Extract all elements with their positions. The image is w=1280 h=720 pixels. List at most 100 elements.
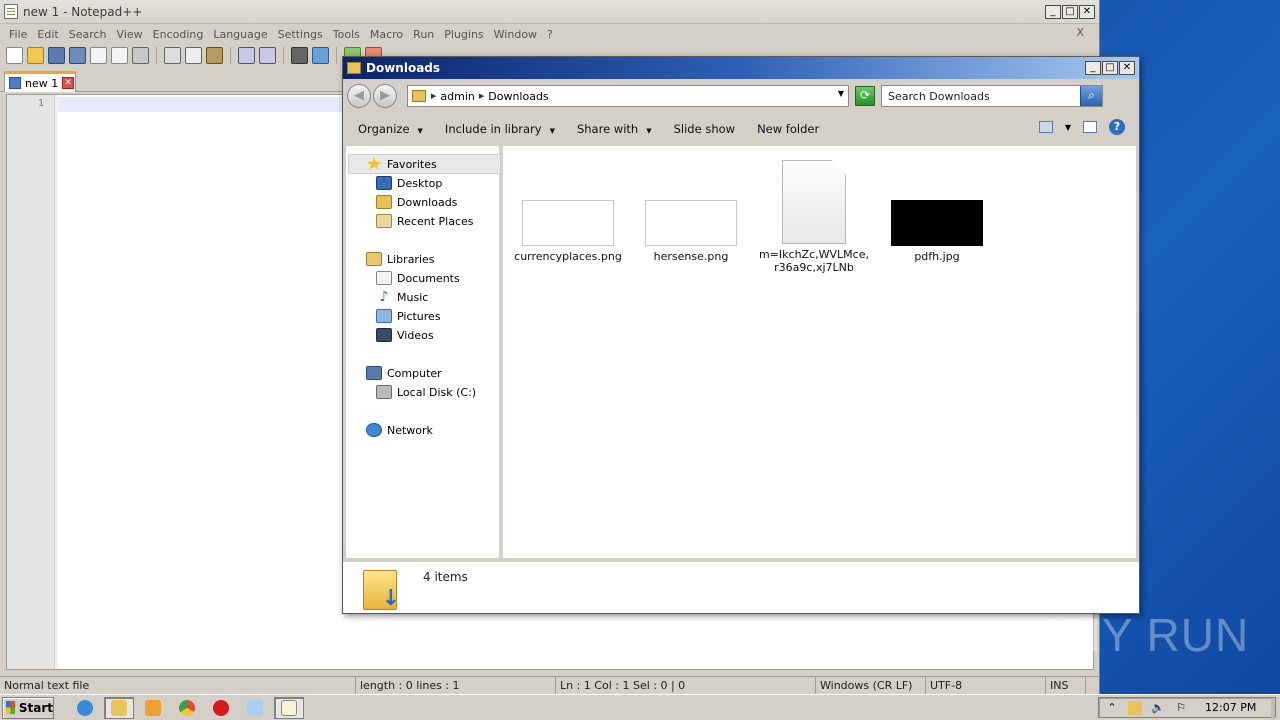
menu-view[interactable]: View xyxy=(117,28,143,41)
address-dropdown-icon[interactable]: ▼ xyxy=(838,89,844,98)
notepad-icon xyxy=(247,699,263,716)
star-icon xyxy=(366,157,382,170)
nav-favorites[interactable]: Favorites xyxy=(366,157,437,171)
nav-network[interactable]: Network xyxy=(366,423,433,437)
taskbar-chrome[interactable] xyxy=(172,697,202,719)
menu-edit[interactable]: Edit xyxy=(37,28,58,41)
share-with-button[interactable]: Share with ▼ xyxy=(577,122,652,136)
action-center-flag-icon[interactable]: ⚐ xyxy=(1174,701,1188,715)
image-thumbnail xyxy=(522,200,614,246)
menu-settings[interactable]: Settings xyxy=(278,28,323,41)
minimize-button[interactable]: _ xyxy=(1045,4,1061,19)
volume-icon[interactable]: 🔈 xyxy=(1151,701,1165,715)
taskbar-internet-explorer[interactable] xyxy=(70,697,100,719)
show-desktop-button[interactable] xyxy=(1271,698,1275,719)
help-icon[interactable]: ? xyxy=(1109,119,1125,135)
taskbar-opera[interactable] xyxy=(206,697,236,719)
tab-new-1[interactable]: new 1 ✕ xyxy=(4,71,76,92)
line-number-gutter: 1 xyxy=(7,95,55,669)
menu-tools[interactable]: Tools xyxy=(333,28,360,41)
tab-close-icon[interactable]: ✕ xyxy=(62,77,75,89)
print-icon[interactable] xyxy=(132,46,149,64)
maximize-button[interactable]: □ xyxy=(1062,4,1078,19)
menu-run[interactable]: Run xyxy=(413,28,434,41)
menu-plugins[interactable]: Plugins xyxy=(444,28,483,41)
taskbar-notepadpp[interactable] xyxy=(274,696,304,719)
file-item[interactable]: m=IkchZc,WVLMce, r36a9c,xj7LNb xyxy=(759,160,869,274)
start-button[interactable]: Start xyxy=(2,696,54,719)
change-view-icon[interactable] xyxy=(1038,121,1053,133)
folder-icon xyxy=(111,699,127,716)
nav-local-disk[interactable]: Local Disk (C:) xyxy=(376,385,476,399)
breadcrumb-separator-icon: ▶ xyxy=(478,92,485,100)
close-all-icon[interactable] xyxy=(111,46,128,64)
undo-icon[interactable] xyxy=(238,46,255,64)
include-in-library-button[interactable]: Include in library ▼ xyxy=(445,122,555,136)
new-folder-button[interactable]: New folder xyxy=(757,122,819,136)
address-bar[interactable]: ▶ admin ▶ Downloads ▼ xyxy=(407,85,849,107)
nav-pictures[interactable]: Pictures xyxy=(376,309,441,323)
desktop-icon xyxy=(376,176,392,190)
back-button[interactable]: ◀ xyxy=(347,84,371,108)
cut-icon[interactable] xyxy=(164,46,181,64)
show-hidden-icons-icon[interactable]: ⌃ xyxy=(1105,701,1119,715)
refresh-button[interactable]: ⟳ xyxy=(855,86,875,106)
explorer-titlebar[interactable]: Downloads _ □ ✕ xyxy=(343,57,1139,79)
explorer-command-bar: Organize ▼ Include in library ▼ Share with… xyxy=(343,113,1139,145)
notepadpp-app-icon xyxy=(4,4,18,19)
nav-music[interactable]: ♪ Music xyxy=(376,290,429,304)
new-file-icon[interactable] xyxy=(6,46,23,64)
copy-icon[interactable] xyxy=(185,46,202,64)
minimize-button[interactable]: _ xyxy=(1085,61,1101,75)
taskbar-notepad[interactable] xyxy=(240,697,270,719)
taskbar-media-player[interactable] xyxy=(138,697,168,719)
close-document-icon[interactable]: X xyxy=(1076,26,1084,39)
save-all-icon[interactable] xyxy=(69,46,86,64)
maximize-button[interactable]: □ xyxy=(1102,61,1118,75)
file-item[interactable]: pdfh.jpg xyxy=(882,200,992,263)
find-icon[interactable] xyxy=(291,46,308,64)
nav-desktop[interactable]: Desktop xyxy=(376,176,442,190)
replace-icon[interactable] xyxy=(312,46,329,64)
menu-file[interactable]: File xyxy=(9,28,27,41)
nav-libraries[interactable]: Libraries xyxy=(366,252,435,266)
menu-search[interactable]: Search xyxy=(69,28,107,41)
nav-recent-places[interactable]: Recent Places xyxy=(376,214,474,228)
menu-window[interactable]: Window xyxy=(494,28,537,41)
menu-help[interactable]: ? xyxy=(547,28,553,41)
nav-documents[interactable]: Documents xyxy=(376,271,460,285)
menu-encoding[interactable]: Encoding xyxy=(153,28,204,41)
clock[interactable]: 12:07 PM xyxy=(1205,701,1256,714)
nav-computer[interactable]: Computer xyxy=(366,366,442,380)
close-file-icon[interactable] xyxy=(90,46,107,64)
slide-show-button[interactable]: Slide show xyxy=(674,122,735,136)
search-icon[interactable]: ⌕ xyxy=(1080,86,1102,106)
file-item[interactable]: currencyplaces.png xyxy=(513,200,623,263)
open-file-icon[interactable] xyxy=(27,46,44,64)
close-button[interactable]: ✕ xyxy=(1079,4,1095,19)
search-input[interactable]: Search Downloads ⌕ xyxy=(881,85,1103,107)
network-tray-icon[interactable] xyxy=(1128,700,1142,715)
organize-button[interactable]: Organize ▼ xyxy=(358,122,423,136)
downloads-folder-icon xyxy=(412,90,426,102)
menu-language[interactable]: Language xyxy=(213,28,267,41)
breadcrumb-admin[interactable]: admin xyxy=(440,90,474,103)
save-icon[interactable] xyxy=(48,46,65,64)
close-button[interactable]: ✕ xyxy=(1119,61,1135,75)
saved-state-icon xyxy=(9,77,21,89)
menu-macro[interactable]: Macro xyxy=(370,28,403,41)
paste-icon[interactable] xyxy=(206,46,223,64)
nav-downloads[interactable]: Downloads xyxy=(376,195,457,209)
preview-pane-icon[interactable] xyxy=(1083,121,1097,133)
nav-videos[interactable]: Videos xyxy=(376,328,434,342)
notepadpp-titlebar[interactable]: new 1 - Notepad++ _ □ ✕ xyxy=(0,0,1099,24)
forward-button[interactable]: ▶ xyxy=(373,84,397,108)
view-options-dropdown-icon[interactable]: ▼ xyxy=(1065,123,1071,132)
breadcrumb-separator-icon: ▶ xyxy=(431,92,437,100)
file-item[interactable]: hersense.png xyxy=(636,200,746,263)
pictures-icon xyxy=(376,309,392,323)
redo-icon[interactable] xyxy=(259,46,276,64)
taskbar-explorer[interactable] xyxy=(104,696,134,719)
breadcrumb-downloads[interactable]: Downloads xyxy=(488,90,548,103)
recent-places-icon xyxy=(376,214,392,228)
